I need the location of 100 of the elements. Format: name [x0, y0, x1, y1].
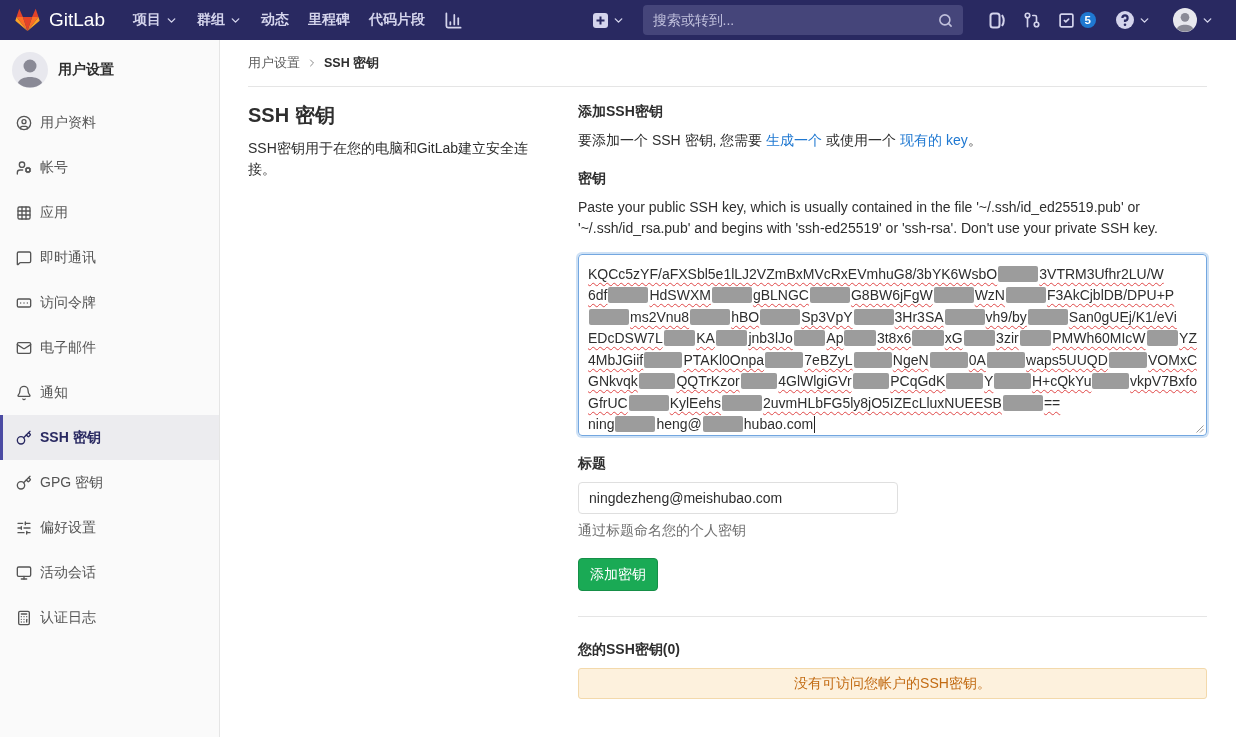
redaction-block: [589, 308, 629, 325]
redaction-block: [765, 351, 804, 368]
logo-icon[interactable]: [15, 8, 40, 32]
sidebar-item[interactable]: 帐号: [0, 145, 219, 190]
field-label: 标题: [578, 454, 606, 473]
redaction-block: [912, 330, 944, 347]
key-text: 2uvmHLbFG5ly8jO5IZEcLluxNUEESB: [763, 393, 1002, 412]
redaction-block: [1002, 394, 1043, 411]
key-text: Sp3VpY: [801, 307, 853, 326]
sidebar-item[interactable]: 访问令牌: [0, 280, 219, 325]
key-text: 0A: [968, 350, 986, 369]
title-input[interactable]: ningdezheng@meishubao.com: [578, 482, 898, 514]
key-text: vkpV7Bxfo: [1130, 372, 1197, 391]
nav-link[interactable]: 群组: [197, 11, 242, 29]
redaction-block: [760, 308, 801, 325]
sidebar-item[interactable]: 偏好设置: [0, 505, 219, 550]
redaction-block: [663, 330, 696, 347]
search-icon: [937, 13, 953, 28]
key-text: hBO: [731, 307, 760, 326]
redaction-block: [1146, 330, 1179, 347]
redaction-block: [946, 373, 983, 390]
sidebar-item[interactable]: 通知: [0, 370, 219, 415]
key-text: 4MbJGiif: [588, 350, 644, 369]
sidebar-item[interactable]: SSH 密钥: [0, 415, 219, 460]
todo-count-badge[interactable]: 5: [1079, 12, 1096, 28]
nav-link[interactable]: 代码片段: [369, 11, 425, 29]
rounded-rectangle-icon[interactable]: [988, 11, 1006, 29]
key-text: ning: [588, 415, 615, 434]
key-text: 3VTRM3Ufhr2LU/W: [1039, 264, 1164, 283]
sliders-icon: [16, 519, 32, 536]
empty-state-alert: 没有可访问您帐户的SSH密钥。: [578, 668, 1207, 699]
key-text: Ap: [826, 329, 844, 348]
key-text: gBLNGC: [752, 286, 809, 305]
breadcrumb-current-page: SSH 密钥: [324, 54, 380, 72]
key-text: waps5UUQD: [1026, 350, 1108, 369]
checkbox-icon[interactable]: [1057, 11, 1075, 29]
brand-name[interactable]: GitLab: [49, 9, 105, 31]
key-text: jnb3lJo: [748, 329, 793, 348]
key-text: QQTrKzor: [676, 372, 740, 391]
text-link[interactable]: 现有的 key: [900, 132, 968, 148]
sidebar-item[interactable]: 活动会话: [0, 550, 219, 595]
key-text: H+cQkYu: [1031, 372, 1092, 391]
redaction-block: [1092, 373, 1130, 390]
instruction-text: 要添加一个 SSH 密钥, 您需要 生成一个 或使用一个 现有的 key。: [578, 131, 982, 150]
key-text: 3t8x6: [876, 329, 912, 348]
avatar-icon[interactable]: [1173, 8, 1197, 32]
help-icon[interactable]: [1116, 11, 1134, 29]
key-text: PCqGdK: [890, 372, 946, 391]
sidebar-item[interactable]: 认证日志: [0, 595, 219, 640]
pull-request-icon[interactable]: [1022, 11, 1041, 29]
avatar-icon: [12, 52, 48, 88]
key-icon: [16, 474, 32, 491]
redaction-block: [715, 330, 748, 347]
sidebar-item[interactable]: 用户资料: [0, 100, 219, 145]
redaction-block: [1027, 308, 1068, 325]
redaction-block: [809, 287, 850, 304]
key-textarea[interactable]: [578, 254, 1207, 436]
nav-link[interactable]: 动态: [261, 11, 289, 29]
grid-icon: [16, 204, 32, 221]
search-field[interactable]: 搜索或转到...: [642, 5, 963, 35]
redaction-block: [844, 330, 876, 347]
nav-link[interactable]: 项目: [133, 11, 178, 29]
nav-link[interactable]: 里程碑: [308, 11, 350, 29]
key-text: xG: [944, 329, 963, 348]
key-text: NgeN: [892, 350, 929, 369]
calculator-icon: [16, 609, 32, 626]
resize-grip-icon[interactable]: [1196, 425, 1204, 433]
user-gear-icon: [16, 159, 32, 176]
sidebar-item[interactable]: 应用: [0, 190, 219, 235]
key-text: 6df: [588, 286, 608, 305]
key-text: YZ: [1179, 329, 1197, 348]
key-text: 3Hr3SA: [894, 307, 944, 326]
monitor-icon: [16, 564, 32, 581]
bar-chart-icon[interactable]: [444, 10, 463, 30]
sidebar-item[interactable]: GPG 密钥: [0, 460, 219, 505]
chat-bubble-icon: [16, 249, 32, 266]
key-text: VOMxC: [1148, 350, 1197, 369]
redaction-block: [1005, 287, 1046, 304]
field-label: 密钥: [578, 169, 606, 188]
redaction-block: [852, 373, 890, 390]
section-heading: 您的SSH密钥(0): [578, 640, 680, 659]
redaction-block: [702, 416, 743, 433]
redaction-block: [963, 330, 996, 347]
key-text: ==: [1043, 393, 1061, 412]
redaction-block: [638, 373, 676, 390]
key-help-text: Paste your public SSH key, which is usually contained in the file '~/.ssh/id_ed25519.pub' or '~/.ssh/id_rsa.pub' and begins with 'ssh-ed25519' or 'ssh-rsa'. Don't use your private SSH key.: [578, 198, 1159, 238]
text-link[interactable]: 生成一个: [766, 132, 823, 148]
breadcrumb-link[interactable]: 用户设置: [248, 54, 300, 72]
page-description: SSH密钥用于在您的电脑和GitLab建立安全连接。: [248, 139, 530, 179]
page-title: SSH 密钥: [248, 103, 336, 128]
key-text: PMWh60MIcW: [1052, 329, 1146, 348]
field-hint: 通过标题命名您的个人密钥: [578, 521, 746, 540]
redaction-block: [994, 373, 1031, 390]
redaction-block: [711, 287, 752, 304]
sidebar-item[interactable]: 即时通讯: [0, 235, 219, 280]
redaction-block: [644, 351, 683, 368]
sidebar-item[interactable]: 电子邮件: [0, 325, 219, 370]
redaction-block: [615, 416, 656, 433]
bell-icon: [16, 384, 32, 401]
plus-square-icon[interactable]: [592, 12, 608, 28]
